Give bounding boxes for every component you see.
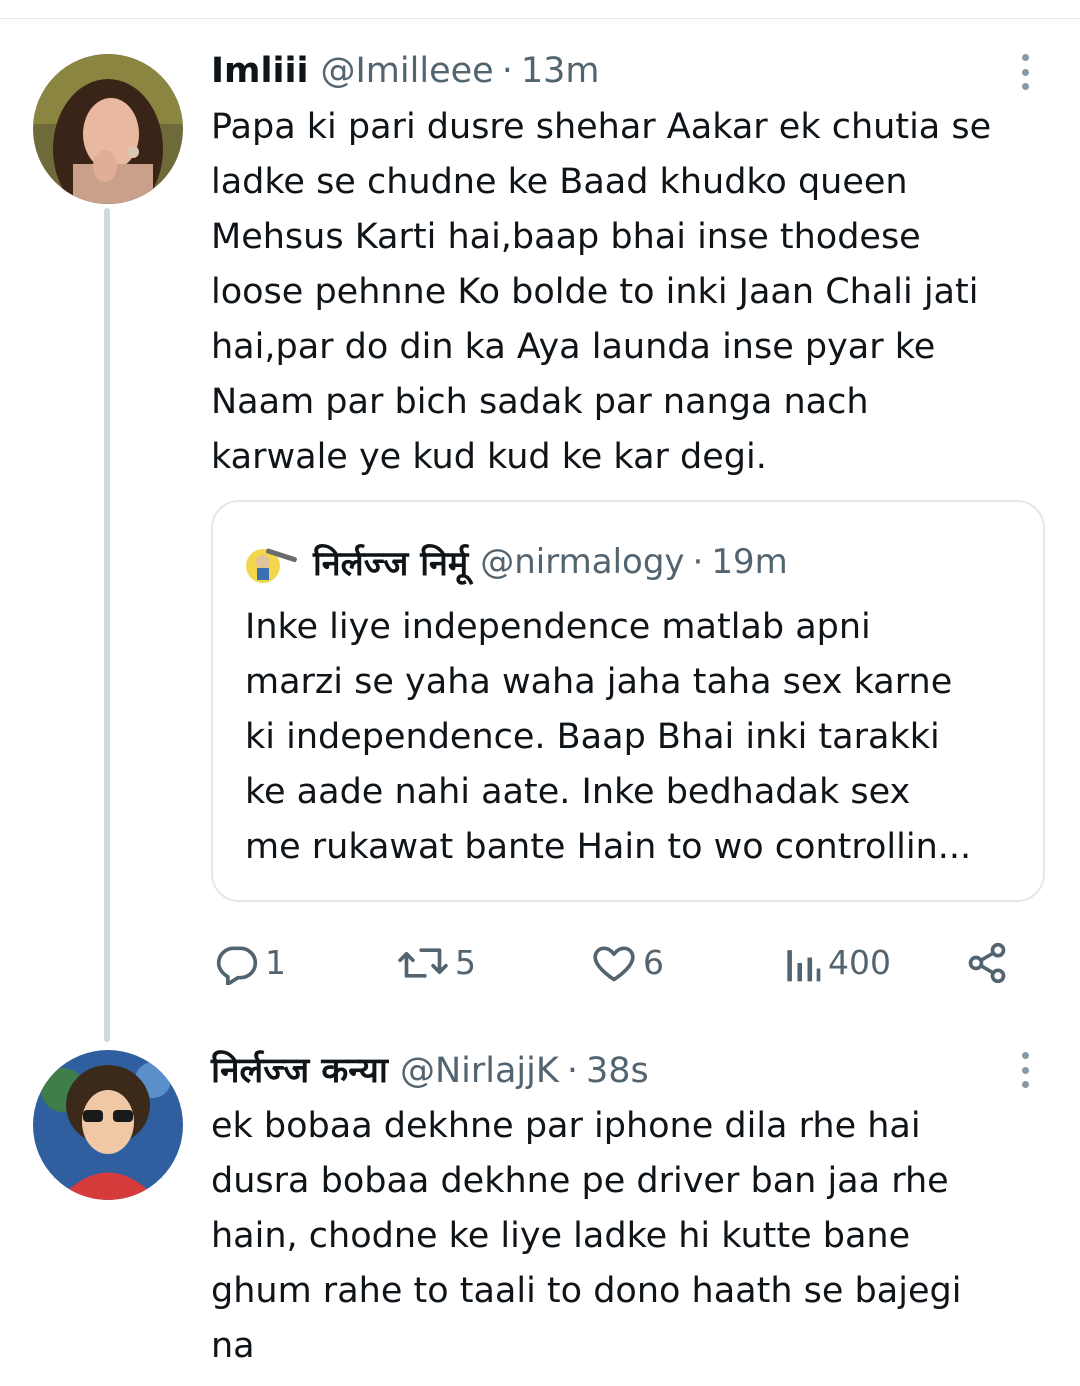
- avatar[interactable]: [33, 1050, 183, 1200]
- username[interactable]: @NirlajjK: [400, 1049, 559, 1093]
- tweet-header: निर्लज्ज कन्या @NirlajjK · 38s: [211, 1049, 649, 1093]
- timestamp[interactable]: 38s: [586, 1049, 649, 1093]
- heart-icon: [593, 946, 635, 981]
- like-count: 6: [643, 943, 664, 982]
- retweet-button[interactable]: 5: [397, 935, 476, 990]
- more-options-icon[interactable]: [1010, 52, 1040, 92]
- avatar-image: [33, 1050, 183, 1200]
- quoted-timestamp[interactable]: 19m: [711, 542, 787, 582]
- username[interactable]: @Imilleee: [320, 49, 493, 93]
- quoted-tweet-card[interactable]: निर्लज्ज निर्मू @nirmalogy · 19m Inke li…: [211, 500, 1045, 902]
- views-icon: [787, 949, 821, 981]
- share-icon: [968, 942, 1006, 983]
- quoted-tweet-header: निर्लज्ज निर्मू @nirmalogy · 19m: [245, 540, 788, 584]
- share-button[interactable]: [965, 935, 1009, 990]
- avatar[interactable]: [33, 54, 183, 204]
- reply-icon: [216, 946, 258, 985]
- display-name[interactable]: Imliii: [211, 49, 308, 93]
- reply-button[interactable]: 1: [215, 935, 286, 990]
- timestamp[interactable]: 13m: [521, 49, 600, 93]
- quoted-username[interactable]: @nirmalogy: [480, 542, 684, 582]
- like-button[interactable]: 6: [591, 935, 664, 990]
- thread-connector-line: [104, 208, 110, 1042]
- tweet-actions: 1 5 6 400: [211, 935, 1041, 990]
- avatar-image: [33, 54, 183, 204]
- reply-count: 1: [265, 943, 286, 982]
- tweet-text: Papa ki pari dusre shehar Aakar ek chuti…: [211, 107, 992, 477]
- separator-dot: ·: [692, 542, 704, 582]
- quoted-tweet-text: Inke liye independence matlab apni marzi…: [245, 607, 972, 867]
- views-count: 400: [828, 943, 891, 982]
- display-name[interactable]: निर्लज्ज कन्या: [211, 1049, 388, 1093]
- tweet-header: Imliii @Imilleee · 13m: [211, 49, 599, 93]
- separator-dot: ·: [566, 1051, 578, 1091]
- top-divider: [0, 18, 1080, 19]
- quoted-avatar-image: [246, 548, 297, 583]
- tweet-text: ek bobaa dekhne par iphone dila rhe hai …: [211, 1106, 962, 1366]
- retweet-count: 5: [455, 943, 476, 982]
- quoted-display-name[interactable]: निर्लज्ज निर्मू: [313, 539, 468, 585]
- more-options-icon[interactable]: [1010, 1050, 1040, 1090]
- views-button[interactable]: 400: [782, 935, 891, 990]
- separator-dot: ·: [501, 51, 513, 91]
- quoted-avatar[interactable]: [245, 540, 301, 584]
- retweet-icon: [398, 947, 448, 978]
